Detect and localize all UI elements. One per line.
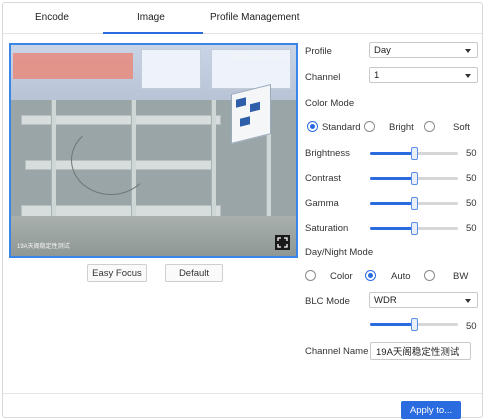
profile-label: Profile [305,46,332,57]
contrast-label: Contrast [305,173,341,184]
active-tab-indicator [103,32,203,34]
day-night-bw-label[interactable]: BW [453,271,468,282]
osd-channel-name: 19A天阁稳定性测试 [17,244,70,250]
color-mode-soft-radio[interactable] [424,121,435,132]
channel-name-label: Channel Name [305,346,369,357]
contrast-slider-fill [370,177,414,180]
blc-level-slider-thumb[interactable] [411,318,418,331]
tab-image[interactable]: Image [137,12,165,23]
gamma-slider-thumb[interactable] [411,197,418,210]
channel-select[interactable]: 1 [369,67,478,83]
preview-floor [11,216,296,256]
brightness-slider-fill [370,152,414,155]
tab-encode[interactable]: Encode [35,12,69,23]
day-night-bw-radio[interactable] [424,270,435,281]
channel-label: Channel [305,72,341,83]
fullscreen-icon [277,237,288,248]
preview-post [211,100,216,230]
day-night-mode-label: Day/Night Mode [305,247,374,258]
color-mode-standard-label[interactable]: Standard [322,122,361,133]
profile-value: Day [374,44,391,56]
footer-divider [3,393,482,394]
easy-focus-button[interactable]: Easy Focus [87,264,147,282]
blc-level-value: 50 [466,321,477,332]
day-night-color-label[interactable]: Color [330,271,353,282]
live-preview[interactable]: 2020-05-18 10:19:45 19A天阁稳定性测试 [9,43,298,258]
preview-post [51,100,56,230]
chevron-down-icon [465,74,471,78]
day-night-auto-radio[interactable] [365,270,376,281]
osd-timestamp: 2020-05-18 10:19:45 [228,55,290,61]
preview-red-banner [13,53,133,79]
color-mode-label: Color Mode [305,98,355,109]
blc-mode-label: BLC Mode [305,296,350,307]
chevron-down-icon [465,49,471,53]
saturation-value: 50 [466,223,477,234]
preview-blue-board [231,84,271,144]
apply-to-button[interactable]: Apply to... [401,401,461,419]
saturation-label: Saturation [305,223,349,234]
gamma-slider-fill [370,202,414,205]
blc-mode-select[interactable]: WDR [369,292,478,308]
fullscreen-button[interactable] [275,235,290,250]
brightness-slider-thumb[interactable] [411,147,418,160]
color-mode-standard-radio[interactable] [307,121,318,132]
brightness-slider[interactable] [370,147,458,160]
tab-bar: Encode Image Profile Management [3,3,482,34]
image-settings-panel: Encode Image Profile Management 2020-05-… [2,2,483,419]
saturation-slider-fill [370,227,414,230]
tab-profile-management[interactable]: Profile Management [210,12,300,23]
color-mode-bright-label[interactable]: Bright [389,122,414,133]
default-button[interactable]: Default [165,264,223,282]
channel-value: 1 [374,69,380,81]
preview-cable [71,125,151,195]
channel-name-input[interactable]: 19A天阁稳定性测试 [370,342,471,360]
saturation-slider[interactable] [370,222,458,235]
preview-window [141,49,201,89]
day-night-color-radio[interactable] [305,270,316,281]
brightness-label: Brightness [305,148,350,159]
saturation-slider-thumb[interactable] [411,222,418,235]
contrast-slider-thumb[interactable] [411,172,418,185]
brightness-value: 50 [466,148,477,159]
day-night-auto-label[interactable]: Auto [391,271,411,282]
contrast-slider[interactable] [370,172,458,185]
blc-level-slider[interactable] [370,318,458,331]
channel-name-value: 19A天阁稳定性测试 [376,347,460,358]
color-mode-bright-radio[interactable] [364,121,375,132]
contrast-value: 50 [466,173,477,184]
profile-select[interactable]: Day [369,42,478,58]
gamma-slider[interactable] [370,197,458,210]
color-mode-soft-label[interactable]: Soft [453,122,470,133]
gamma-label: Gamma [305,198,339,209]
gamma-value: 50 [466,198,477,209]
chevron-down-icon [465,299,471,303]
blc-mode-value: WDR [374,294,397,306]
blc-level-slider-fill [370,323,414,326]
